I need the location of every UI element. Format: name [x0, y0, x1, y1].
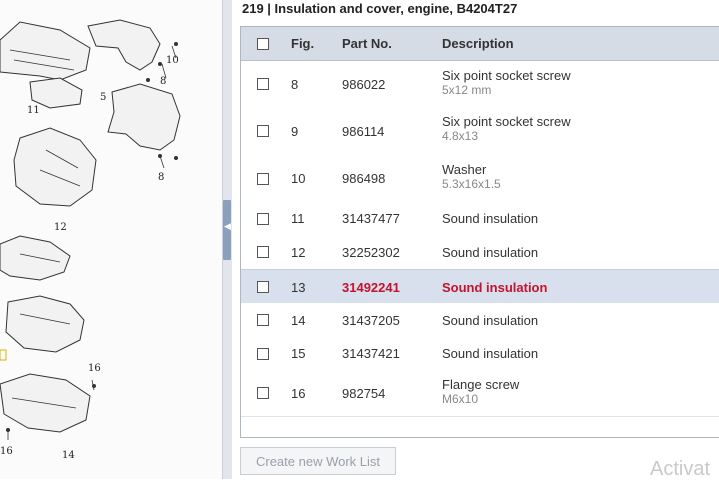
part-number: 986022 — [342, 77, 386, 92]
table-row[interactable]: 13 31492241 Sound insulation — [241, 269, 719, 305]
table-row[interactable]: 14 31437205 Sound insulation — [241, 303, 719, 338]
part-number: 31437477 — [342, 211, 400, 226]
fig-number: 11 — [291, 211, 305, 226]
column-header-description[interactable]: Description — [442, 36, 514, 51]
table-row[interactable]: 11 31437477 Sound insulation — [241, 202, 719, 236]
table-row[interactable]: 16 982754 Flange screw M6x10 — [241, 370, 719, 417]
part-description: Sound insulation — [442, 313, 539, 328]
column-header-part-no[interactable]: Part No. — [342, 36, 392, 51]
create-work-list-button[interactable]: Create new Work List — [240, 447, 396, 475]
row-checkbox[interactable] — [257, 173, 269, 185]
row-checkbox[interactable] — [257, 314, 269, 326]
part-15-shape — [5, 295, 85, 353]
part-description: Six point socket screw — [442, 68, 571, 83]
fig-number: 15 — [291, 346, 306, 361]
part-description: Six point socket screw — [442, 114, 571, 129]
row-checkbox[interactable] — [257, 78, 269, 90]
select-all-checkbox[interactable] — [257, 38, 269, 50]
collapse-pane-button[interactable]: ◀ — [223, 200, 231, 260]
part-description: Sound insulation — [442, 245, 539, 260]
part-description: Washer — [442, 162, 487, 177]
fig-number: 8 — [291, 77, 299, 92]
row-checkbox[interactable] — [257, 213, 269, 225]
part-11-shape — [0, 21, 91, 81]
diagram-label: 5 — [100, 92, 106, 103]
diagram-label: 8 — [160, 76, 166, 87]
table-row[interactable]: 8 986022 Six point socket screw 5x12 mm — [241, 61, 719, 108]
parts-panel: 219 | Insulation and cover, engine, B420… — [232, 0, 719, 480]
table-row[interactable]: 15 31437421 Sound insulation — [241, 337, 719, 371]
table-row[interactable]: 12 32252302 Sound insulation — [241, 235, 719, 270]
diagram-label: 16 — [0, 446, 13, 457]
part-number: 982754 — [342, 386, 386, 401]
parts-table: Fig. Part No. Description 8 986022 Six poi… — [240, 26, 719, 438]
diagram-label: 16 — [88, 363, 101, 374]
fig-number: 16 — [291, 386, 306, 401]
part-description: Sound insulation — [442, 346, 539, 361]
row-checkbox[interactable] — [257, 246, 269, 258]
diagram-label: 12 — [54, 222, 67, 233]
part-number: 31437205 — [342, 313, 400, 328]
part-description: Flange screw — [442, 377, 520, 392]
row-checkbox[interactable] — [257, 125, 269, 137]
table-row[interactable]: 10 986498 Washer 5.3x16x1.5 — [241, 155, 719, 203]
row-checkbox[interactable] — [257, 281, 269, 293]
part-11-lower — [29, 77, 83, 109]
part-5-shape — [107, 83, 181, 151]
part-number: 31492241 — [342, 280, 400, 295]
row-checkbox[interactable] — [257, 348, 269, 360]
fig-number: 13 — [291, 280, 306, 295]
part-description: Sound insulation — [442, 211, 539, 226]
fig-number: 9 — [291, 124, 299, 139]
parts-diagram-drawing: 10 8 5 11 8 12 16 16 14 — [0, 19, 181, 461]
part-number: 986498 — [342, 171, 386, 186]
table-row[interactable]: 9 986114 Six point socket screw 4.8x13 — [241, 107, 719, 156]
page-title: 219 | Insulation and cover, engine, B420… — [242, 1, 518, 16]
table-header: Fig. Part No. Description — [241, 27, 719, 61]
column-header-fig[interactable]: Fig. — [291, 36, 314, 51]
part-bracket-shape — [87, 19, 161, 71]
part-12-shape — [13, 127, 97, 207]
part-13-shape — [0, 235, 71, 281]
fig-number: 12 — [291, 245, 306, 260]
part-detail: 5.3x16x1.5 — [442, 177, 501, 191]
part-detail: M6x10 — [442, 392, 479, 406]
part-number: 986114 — [342, 124, 385, 139]
row-checkbox[interactable] — [257, 387, 269, 399]
parts-diagram[interactable]: 10 8 5 11 8 12 16 16 14 — [0, 0, 222, 479]
part-description: Sound insulation — [442, 280, 548, 295]
highlight-marker — [0, 349, 7, 361]
part-detail: 5x12 mm — [442, 83, 492, 97]
fig-number: 10 — [291, 171, 306, 186]
diagram-label: 10 — [166, 55, 179, 66]
fig-number: 14 — [291, 313, 306, 328]
chevron-left-icon: ◀ — [224, 222, 231, 232]
part-number: 32252302 — [342, 245, 400, 260]
part-number: 31437421 — [342, 346, 400, 361]
part-detail: 4.8x13 — [442, 129, 479, 143]
diagram-label: 14 — [62, 450, 75, 461]
diagram-label: 8 — [158, 172, 164, 183]
activation-watermark: Activat — [650, 458, 711, 480]
diagram-label: 11 — [27, 105, 40, 116]
